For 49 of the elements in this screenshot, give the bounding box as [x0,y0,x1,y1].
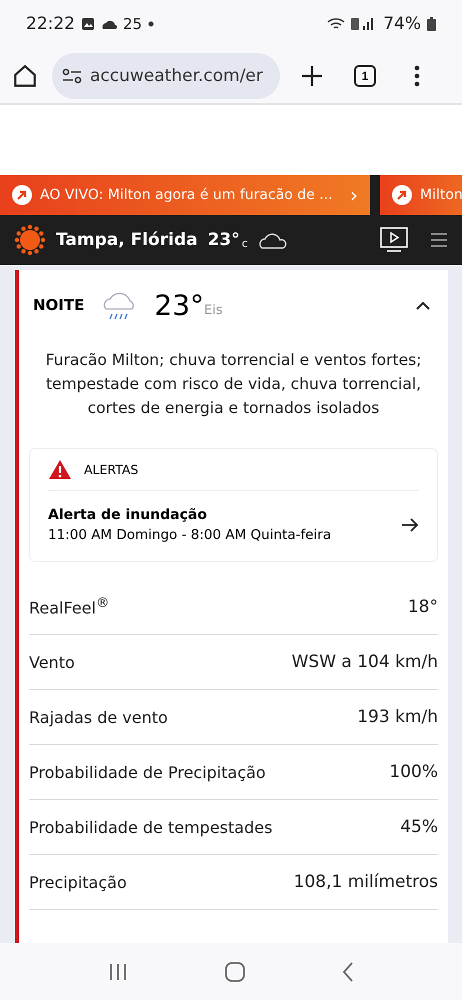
image-icon [81,17,95,31]
collapse-chevron-icon[interactable] [416,300,430,310]
weather-description: Furacão Milton; chuva torrencial e ventos fortes; tempestade com risco de vida, chuva torrencial, cortes de energia e tornados isolados [44,350,422,419]
alerts-heading: ALERTAS [84,462,138,477]
detail-label: Probabilidade de tempestades [29,818,272,836]
detail-value: 100% [389,762,438,782]
arrow-circle-icon [12,185,32,205]
current-temperature: 23° [208,230,240,250]
alert-item[interactable]: Alerta de inundação 11:00 AM Domingo - 8:00 AM Quinta-feira [48,507,419,543]
detail-label: Vento [29,652,75,672]
warning-icon [48,459,72,480]
battery-icon [427,17,436,31]
address-bar[interactable]: accuweather.com/er [52,52,280,98]
arrow-circle-icon [392,185,412,205]
new-tab-button[interactable] [300,64,324,88]
cloud-icon [101,19,117,29]
alert-name: Alerta de inundação [48,507,208,523]
detail-label: RealFeel$^{®}$ [29,596,110,618]
location-name: Tampa, Flórida [56,230,198,250]
detail-label: Rajadas de vento [29,708,168,726]
detail-label: Probabilidade de Precipitação [29,762,266,782]
home-button[interactable] [12,62,38,88]
cloud-icon [258,231,288,249]
status-time: 22:22 [26,14,75,34]
back-button[interactable] [342,962,354,982]
sun-logo-icon [14,224,46,256]
tab-count-button[interactable]: 1 [354,64,376,86]
recent-apps-button[interactable] [108,962,128,980]
video-button[interactable] [380,227,408,253]
temperature-unit: Eis [204,302,223,318]
detail-label: Precipitação [29,872,127,892]
detail-value: 108,1 milímetros [294,872,438,892]
detail-value: WSW a 104 km/h [292,652,438,672]
battery-percent: 74% [383,14,421,34]
detail-value: 193 km/h [357,707,438,727]
arrow-right-icon [401,518,419,532]
alert-period: 11:00 AM Domingo - 8:00 AM Quinta-feira [48,527,332,543]
detail-value: 18° [408,597,438,617]
detail-value: 45% [400,817,438,837]
wifi-icon [327,17,346,31]
site-settings-icon [62,68,82,84]
menu-button[interactable] [414,64,420,86]
dot-icon [148,21,154,27]
temperature-unit: c [242,236,248,250]
news-ticker-item[interactable]: AO VIVO: Milton agora é um furacão de ... › [0,175,370,215]
status-temperature: 25 [123,15,142,33]
menu-button[interactable] [430,233,448,247]
period-label: NOITE [33,296,84,314]
period-temperature: 23° [154,288,204,322]
